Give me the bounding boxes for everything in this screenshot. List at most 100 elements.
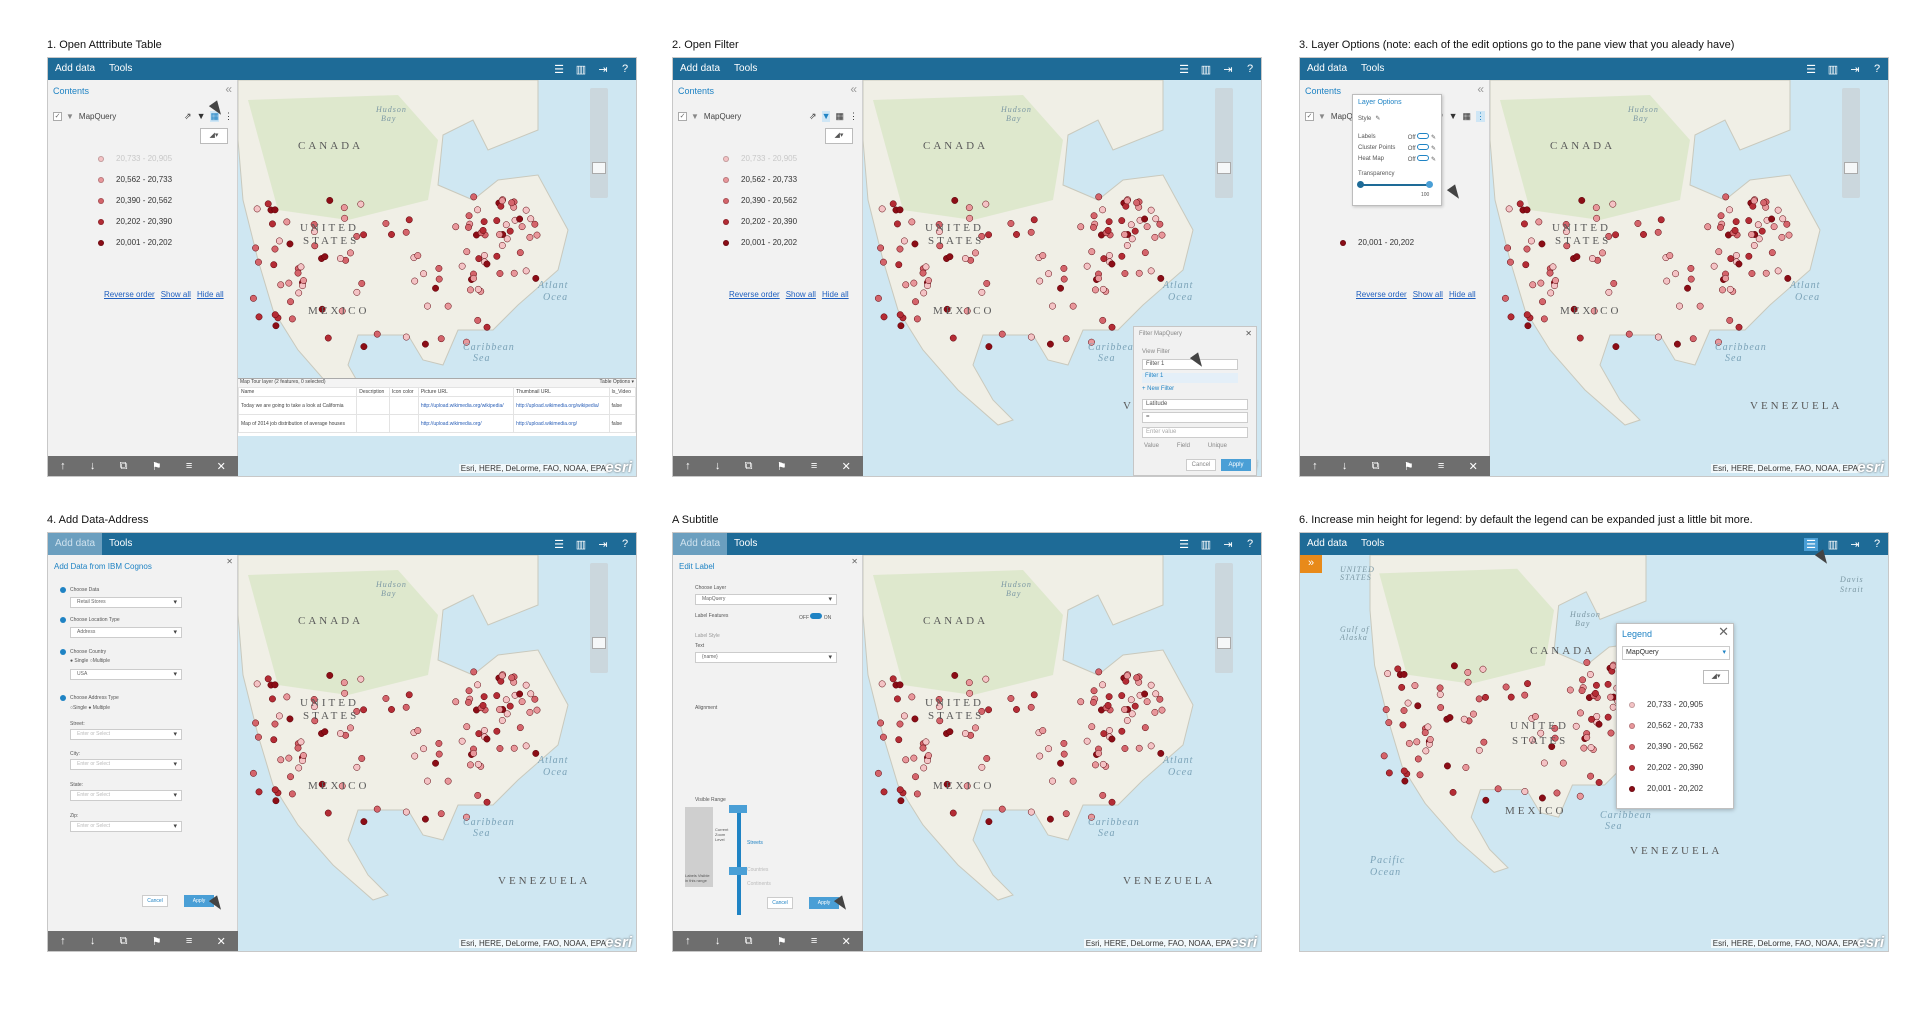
layer-checkbox[interactable]: ✓ [53, 111, 62, 121]
country-select[interactable]: USA [70, 669, 182, 680]
map-point[interactable] [1587, 772, 1595, 780]
map-point[interactable] [1104, 226, 1112, 234]
map-point[interactable] [465, 698, 472, 706]
map-point[interactable] [470, 668, 478, 676]
map-point[interactable] [1158, 706, 1166, 714]
move-down-icon[interactable]: ↓ [715, 460, 721, 472]
table-options-button[interactable]: Table Options ▾ [600, 379, 634, 387]
map-point[interactable] [285, 279, 293, 287]
map-point[interactable] [1726, 285, 1734, 293]
help-icon[interactable]: ? [1870, 63, 1884, 75]
remove-icon[interactable]: ✕ [842, 460, 851, 473]
color-ramp-button[interactable]: ◢▾ [200, 128, 228, 144]
map-point[interactable] [1666, 252, 1674, 260]
map-point[interactable] [1133, 199, 1141, 207]
copy-icon[interactable]: ⧉ [120, 460, 128, 473]
zoom-knob[interactable] [1217, 162, 1231, 174]
map-point[interactable] [1141, 724, 1149, 732]
map-point[interactable] [1099, 791, 1107, 799]
list-icon[interactable]: ≡ [186, 460, 192, 472]
map-point[interactable] [1537, 279, 1545, 287]
map-point[interactable] [300, 277, 307, 284]
map-point[interactable] [1083, 737, 1091, 745]
map-point[interactable] [1135, 744, 1143, 752]
map-point[interactable] [880, 258, 887, 266]
map-point[interactable] [382, 220, 390, 227]
list-icon[interactable]: ≡ [1438, 460, 1444, 472]
basemap-icon[interactable]: ▥ [574, 538, 588, 551]
map-point[interactable] [1398, 683, 1406, 691]
move-up-icon[interactable]: ↑ [60, 460, 66, 472]
map-point[interactable] [1105, 693, 1113, 701]
map-point[interactable] [1722, 193, 1730, 201]
collapse-icon[interactable]: « [225, 82, 232, 96]
map-point[interactable] [1013, 706, 1020, 713]
map-point[interactable] [1436, 684, 1444, 692]
map-point[interactable] [1577, 709, 1584, 717]
map-point[interactable] [1480, 738, 1488, 746]
legend-list-icon[interactable]: ☰ [1177, 63, 1191, 76]
map-point[interactable] [249, 294, 257, 302]
map-point[interactable] [527, 215, 535, 223]
map-point[interactable] [982, 200, 990, 208]
map-point[interactable] [496, 706, 504, 713]
map-point[interactable] [1783, 220, 1791, 228]
map-point[interactable] [458, 262, 466, 270]
radio-field[interactable]: Field [1177, 443, 1190, 449]
map-point[interactable] [1151, 708, 1159, 716]
map-point[interactable] [1049, 302, 1056, 310]
map-point[interactable] [880, 788, 888, 796]
map-point[interactable] [946, 253, 954, 261]
map-point[interactable] [271, 245, 279, 253]
apply-button[interactable]: Apply [1221, 459, 1251, 471]
map-point[interactable] [1572, 722, 1580, 730]
map-point[interactable] [493, 217, 501, 225]
map-point[interactable] [405, 216, 413, 224]
map-point[interactable] [1760, 199, 1768, 207]
map-point[interactable] [1676, 302, 1683, 310]
map-point[interactable] [951, 196, 959, 204]
map-point[interactable] [1482, 796, 1490, 804]
map-point[interactable] [1088, 723, 1096, 731]
map-point[interactable] [896, 311, 904, 319]
add-data-button[interactable]: Add data [1300, 533, 1354, 555]
map-point[interactable] [531, 220, 539, 228]
map-point[interactable] [1118, 692, 1126, 700]
map-point[interactable] [1607, 693, 1615, 701]
map-point[interactable] [1039, 727, 1047, 735]
map-point[interactable] [421, 815, 429, 823]
map-point[interactable] [1108, 323, 1116, 331]
map-point[interactable] [502, 221, 510, 229]
map-point[interactable] [465, 223, 472, 231]
map-point[interactable] [1733, 252, 1740, 259]
map-point[interactable] [480, 218, 488, 226]
map-point[interactable] [516, 249, 524, 257]
map-point[interactable] [889, 200, 897, 208]
map-point[interactable] [1077, 223, 1085, 231]
map-point[interactable] [1580, 744, 1588, 752]
map-point[interactable] [1523, 206, 1531, 214]
map-point[interactable] [908, 693, 916, 701]
map-point[interactable] [1762, 269, 1770, 277]
map-point[interactable] [1462, 764, 1470, 771]
map-point[interactable] [1634, 220, 1642, 227]
map-point[interactable] [483, 260, 491, 268]
map-point[interactable] [444, 777, 452, 785]
map-point[interactable] [271, 206, 279, 214]
map-point[interactable] [1604, 680, 1612, 688]
map-point[interactable] [452, 698, 460, 706]
map-point[interactable] [1479, 665, 1487, 673]
map-point[interactable] [1547, 289, 1555, 297]
cancel-button[interactable]: Cancel [142, 895, 168, 907]
map-point[interactable] [1520, 220, 1528, 228]
transparency-slider[interactable] [1357, 181, 1433, 188]
map-point[interactable] [1118, 252, 1126, 260]
map-point[interactable] [966, 689, 974, 697]
copy-icon[interactable]: ⧉ [1372, 460, 1380, 473]
share-icon[interactable]: ⇥ [1848, 63, 1862, 76]
map-point[interactable] [411, 752, 419, 760]
map-point[interactable] [877, 719, 885, 727]
map-point[interactable] [347, 724, 354, 732]
map-point[interactable] [268, 695, 276, 703]
map-point[interactable] [1494, 785, 1502, 793]
